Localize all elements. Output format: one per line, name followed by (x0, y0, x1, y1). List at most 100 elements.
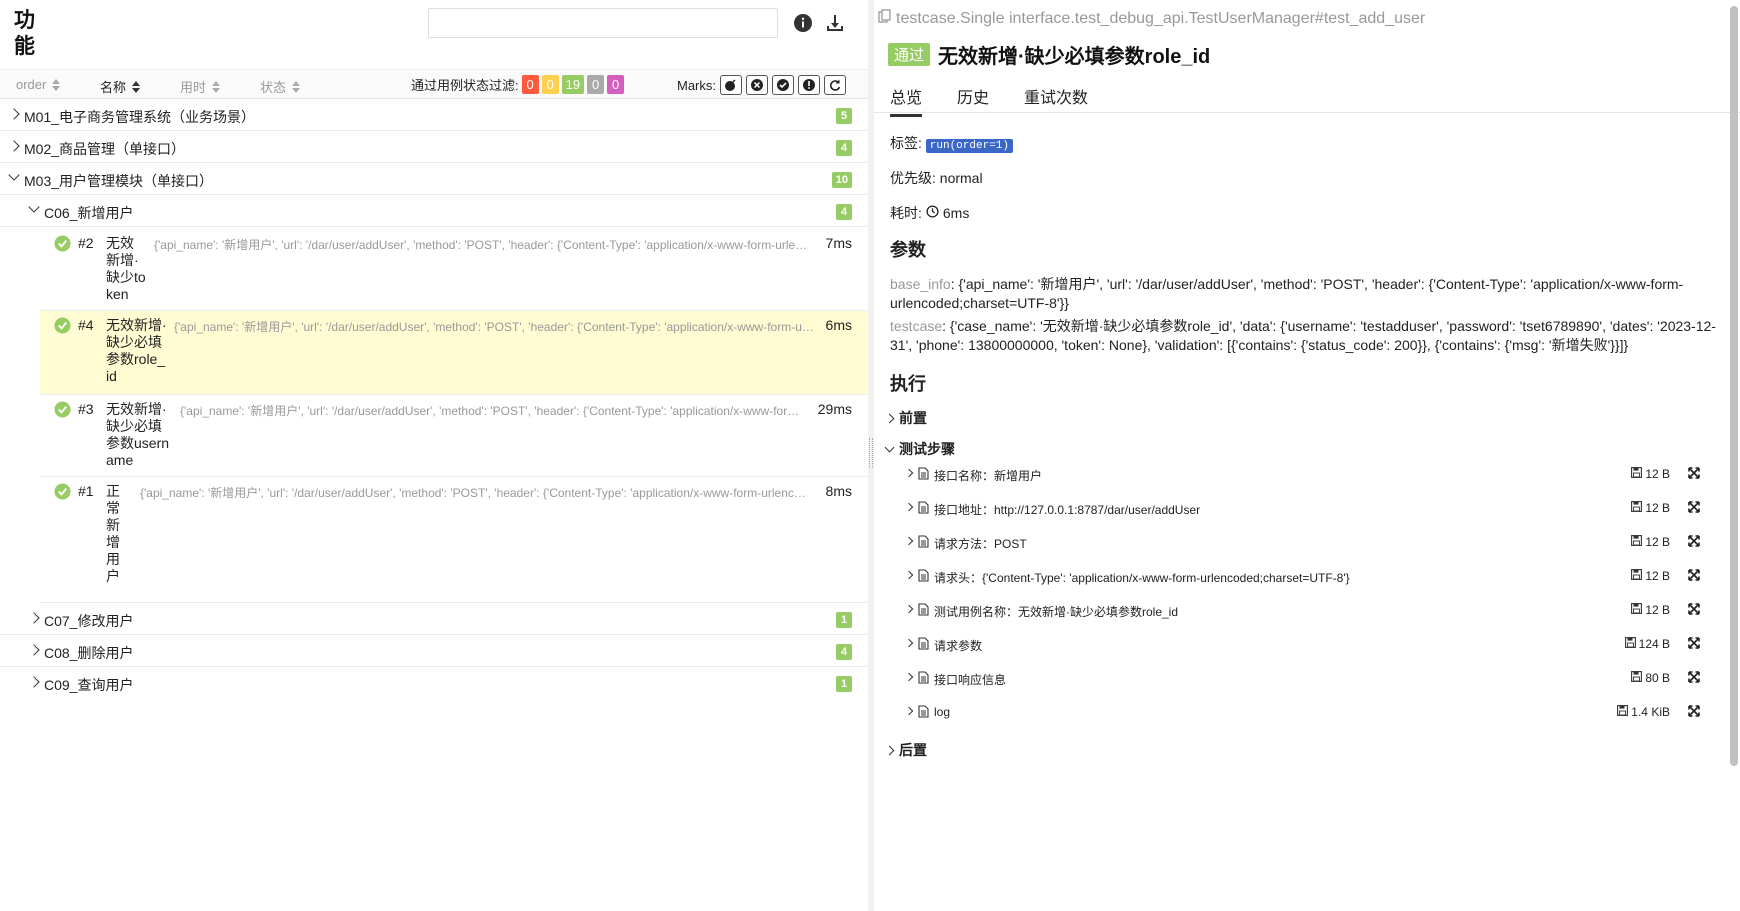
sort-bar: order 名称 用时 状态 通过用例状态过滤: 0 0 19 0 0 Mark… (0, 69, 868, 99)
attachment-step[interactable]: 接口地址：http://127.0.0.1:8787/dar/user/addU… (904, 498, 1706, 522)
case-number: #3 (78, 401, 94, 417)
vertical-scrollbar[interactable] (1730, 6, 1738, 766)
sort-duration-label: 用时 (180, 80, 207, 95)
copy-icon[interactable] (878, 9, 892, 28)
tree-subgroup-c06[interactable]: C06_新增用户 4 (0, 195, 868, 227)
splitter-handle[interactable] (869, 438, 873, 468)
expand-icon[interactable] (1688, 535, 1700, 550)
case-name: 无效新增·缺少token (106, 235, 146, 302)
sort-order[interactable]: order (16, 77, 61, 92)
subgroup-count-badge: 1 (836, 612, 852, 628)
chevron-down-icon (28, 201, 40, 213)
duration-row: 耗时: 6ms (890, 203, 969, 223)
attachment-step[interactable]: 接口名称：新增用户 12 B (904, 464, 1706, 488)
subgroup-count-badge: 1 (836, 676, 852, 692)
tree-subgroup-c07[interactable]: C07_修改用户 1 (0, 603, 868, 635)
sort-name-label: 名称 (100, 80, 127, 95)
size-value: 12 B (1645, 501, 1670, 515)
attachment-size: 124 B (1624, 637, 1670, 651)
save-icon (1631, 535, 1643, 549)
chevron-right-icon (28, 644, 40, 656)
case-duration: 7ms (825, 235, 852, 251)
document-icon (918, 637, 929, 653)
expand-icon[interactable] (1688, 637, 1700, 652)
steps-group[interactable]: 测试步骤 (884, 439, 955, 459)
exec-heading: 执行 (890, 374, 926, 394)
new-passed-mark-icon[interactable] (772, 75, 794, 95)
attachment-step[interactable]: log 1.4 KiB (904, 702, 1706, 726)
chevron-right-icon (904, 638, 914, 648)
attachment-step[interactable]: 请求方法：POST 12 B (904, 532, 1706, 556)
sort-status[interactable]: 状态 (260, 77, 301, 96)
test-case-row-selected[interactable]: #4 无效新增·缺少必填参数role_id {'api_name': '新增用户… (40, 311, 868, 395)
expand-icon[interactable] (1688, 501, 1700, 516)
step-label: 测试用例名称：无效新增·缺少必填参数role_id (934, 605, 1179, 619)
sort-status-label: 状态 (260, 80, 287, 95)
new-broken-mark-icon[interactable] (798, 75, 820, 95)
clock-icon (926, 205, 939, 221)
tab-retries[interactable]: 重试次数 (1024, 84, 1088, 108)
tab-history[interactable]: 历史 (957, 84, 989, 108)
tree-subgroup-c09[interactable]: C09_查询用户 1 (0, 667, 868, 699)
expand-icon[interactable] (1688, 705, 1700, 720)
test-case-row[interactable]: #2 无效新增·缺少token {'api_name': '新增用户', 'ur… (40, 229, 868, 311)
tree-group-m01[interactable]: M01_电子商务管理系统（业务场景） 5 (0, 99, 868, 131)
filter-label: 通过用例状态过滤: (411, 78, 519, 93)
attachment-step[interactable]: 测试用例名称：无效新增·缺少必填参数role_id 12 B (904, 600, 1706, 624)
tree-group-m02[interactable]: M02_商品管理（单接口） 4 (0, 131, 868, 163)
passed-check-icon (54, 235, 71, 257)
download-icon[interactable] (824, 12, 846, 34)
filter-skipped[interactable]: 0 (587, 75, 605, 94)
save-icon (1631, 569, 1643, 583)
setup-group[interactable]: 前置 (884, 408, 927, 428)
sort-icon (292, 80, 301, 93)
filter-passed[interactable]: 19 (561, 75, 585, 94)
case-duration: 6ms (825, 317, 852, 333)
tree-group-m03[interactable]: M03_用户管理模块（单接口） 10 (0, 163, 868, 195)
duration-value: 6ms (942, 205, 970, 221)
attachment-step[interactable]: 接口响应信息 80 B (904, 668, 1706, 692)
expand-icon[interactable] (1688, 671, 1700, 686)
flaky-mark-icon[interactable] (720, 75, 742, 95)
case-number: #1 (78, 483, 94, 499)
retries-mark-icon[interactable] (824, 75, 846, 95)
teardown-label: 后置 (899, 742, 927, 758)
test-case-row[interactable]: #1 正常新增用户 {'api_name': '新增用户', 'url': '/… (40, 477, 868, 603)
marks-label: Marks: (677, 77, 716, 93)
step-label: 请求头：{'Content-Type': 'application/x-www-… (934, 571, 1350, 585)
detail-tabs: 总览 历史 重试次数 (874, 76, 1740, 117)
teardown-group[interactable]: 后置 (884, 740, 927, 760)
attachment-step[interactable]: 请求参数 124 B (904, 634, 1706, 658)
test-case-row[interactable]: #3 无效新增·缺少必填参数username {'api_name': '新增用… (40, 395, 868, 477)
filter-unknown[interactable]: 0 (607, 75, 625, 94)
save-icon (1631, 467, 1643, 481)
sort-icon (212, 80, 221, 93)
group-count-badge: 10 (831, 172, 852, 188)
status-badge: 通过 (888, 43, 931, 66)
info-icon[interactable] (792, 12, 814, 34)
marks-filter: Marks: (677, 75, 846, 95)
subgroup-count-badge: 4 (836, 204, 852, 220)
document-icon (918, 569, 929, 585)
subgroup-label: C06_新增用户 (44, 205, 134, 221)
chevron-right-icon (8, 140, 20, 152)
group-count-badge: 5 (836, 108, 852, 124)
setup-label: 前置 (899, 410, 927, 426)
attachment-size: 12 B (1631, 603, 1670, 617)
expand-icon[interactable] (1688, 603, 1700, 618)
sort-name[interactable]: 名称 (100, 77, 141, 96)
tab-overview[interactable]: 总览 (890, 84, 923, 117)
sort-duration[interactable]: 用时 (180, 77, 221, 96)
expand-icon[interactable] (1688, 467, 1700, 482)
save-icon (1631, 501, 1643, 515)
chevron-right-icon (28, 612, 40, 624)
search-input[interactable] (428, 8, 778, 38)
filter-broken[interactable]: 0 (541, 75, 559, 94)
filter-failed[interactable]: 0 (521, 75, 539, 94)
tree-subgroup-c08[interactable]: C08_删除用户 4 (0, 635, 868, 667)
expand-icon[interactable] (1688, 569, 1700, 584)
subgroup-label: C07_修改用户 (44, 613, 134, 629)
attachment-step[interactable]: 请求头：{'Content-Type': 'application/x-www-… (904, 566, 1706, 590)
new-failed-mark-icon[interactable] (746, 75, 768, 95)
chevron-right-icon (8, 108, 20, 120)
